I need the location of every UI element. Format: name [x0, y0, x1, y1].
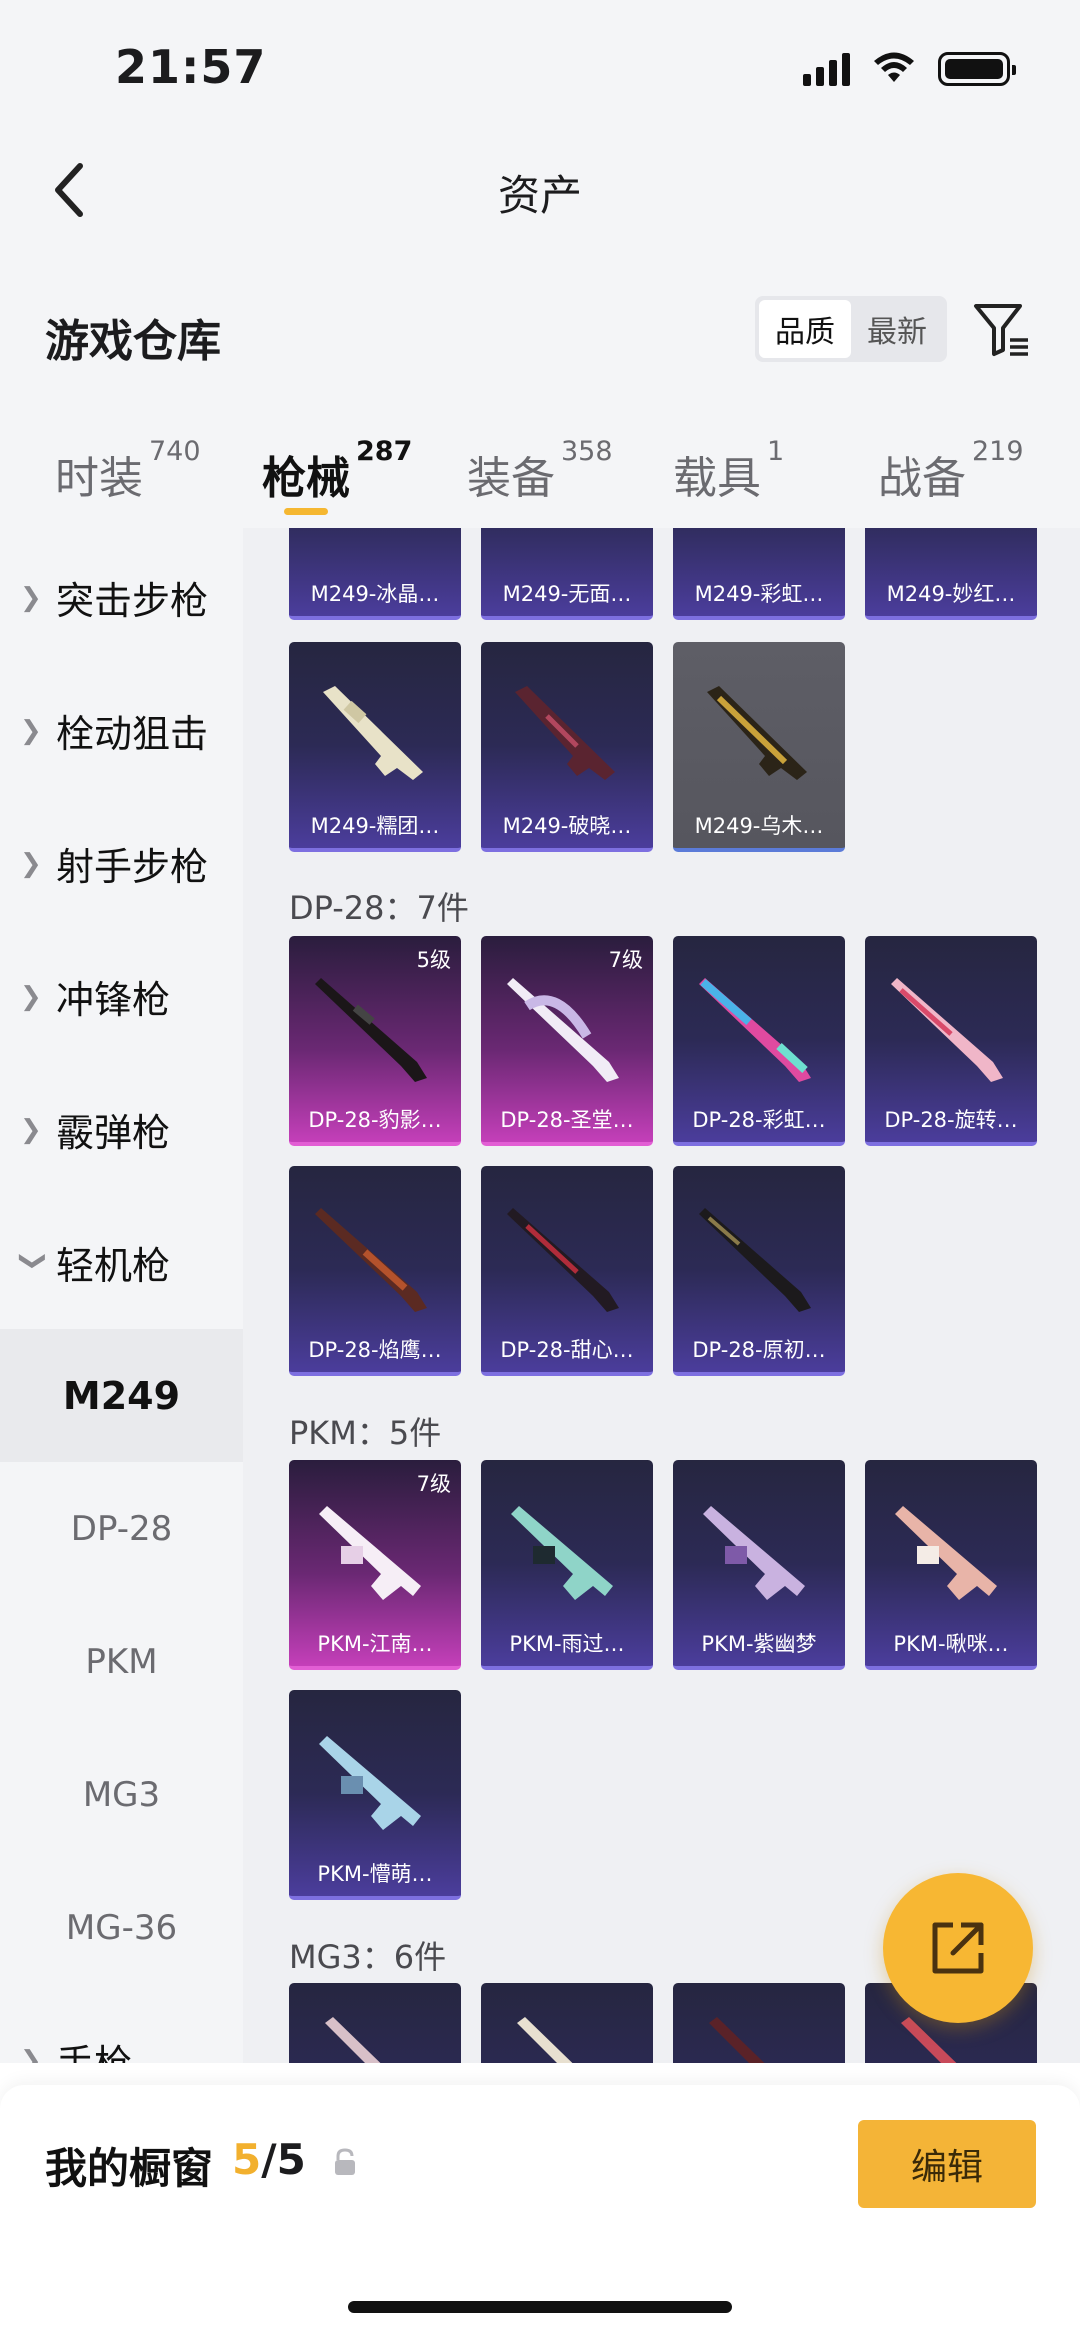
- tab-vehicles[interactable]: 载具1: [673, 436, 784, 506]
- sort-toggle: 品质 最新: [755, 296, 947, 362]
- tab-equipment[interactable]: 装备358: [467, 436, 613, 506]
- section-title-mg3: MG3：6件: [289, 1938, 447, 1976]
- item-card[interactable]: DP-28-旋转…: [865, 936, 1037, 1146]
- chevron-right-icon: ❯: [20, 582, 42, 613]
- gun-icon: [515, 686, 615, 780]
- sidebar-group-bolt-sniper[interactable]: ❯ 栓动狙击: [0, 664, 243, 797]
- item-card[interactable]: M249-无面…: [481, 528, 653, 620]
- chevron-right-icon: ❯: [20, 715, 42, 746]
- gun-icon: [507, 1208, 619, 1312]
- gun-icon: [699, 978, 811, 1082]
- bottom-bar: 我的橱窗 5/5 编辑: [0, 2085, 1080, 2337]
- gun-icon: [323, 686, 423, 780]
- sidebar-item-mg36[interactable]: MG-36: [0, 1861, 243, 1994]
- status-bar: 21:57: [0, 0, 1080, 130]
- signal-icon: [803, 52, 850, 86]
- item-card[interactable]: [481, 1983, 653, 2063]
- lock-icon: [335, 2148, 355, 2175]
- item-card[interactable]: PKM-紫幽梦: [673, 1460, 845, 1670]
- item-card[interactable]: DP-28-甜心…: [481, 1166, 653, 1376]
- sidebar: ❯ 突击步枪 ❯ 栓动狙击 ❯ 射手步枪 ❯ 冲锋枪 ❯ 霰弹枪 ❯ 轻机枪 M249 DP…: [0, 528, 243, 2063]
- tab-indicator: [284, 508, 328, 515]
- warehouse-header: 游戏仓库 品质 最新: [0, 250, 1080, 410]
- gun-icon: [891, 978, 1003, 1082]
- nav-bar: 资产: [0, 130, 1080, 250]
- sidebar-group-marksman-rifle[interactable]: ❯ 射手步枪: [0, 797, 243, 930]
- item-card[interactable]: PKM-雨过…: [481, 1460, 653, 1670]
- sidebar-group-shotgun[interactable]: ❯ 霰弹枪: [0, 1063, 243, 1196]
- item-card[interactable]: M249-糯团…: [289, 642, 461, 852]
- edit-button[interactable]: 编辑: [858, 2120, 1036, 2208]
- share-icon: [932, 1922, 984, 1974]
- chevron-right-icon: ❯: [20, 848, 42, 879]
- gun-icon: [703, 1506, 805, 1600]
- filter-button[interactable]: [972, 300, 1032, 360]
- sidebar-item-pkm[interactable]: PKM: [0, 1595, 243, 1728]
- chevron-right-icon: ❯: [20, 1114, 42, 1145]
- sidebar-item-mg3[interactable]: MG3: [0, 1728, 243, 1861]
- sidebar-group-smg[interactable]: ❯ 冲锋枪: [0, 930, 243, 1063]
- item-card[interactable]: M249-乌木…: [673, 642, 845, 852]
- sort-quality-button[interactable]: 品质: [759, 300, 851, 358]
- item-card[interactable]: 7级 DP-28-圣堂…: [481, 936, 653, 1146]
- tab-combat-gear[interactable]: 战备219: [878, 436, 1024, 506]
- sidebar-group-lmg[interactable]: ❯ 轻机枪: [0, 1196, 243, 1329]
- item-card[interactable]: M249-破晓…: [481, 642, 653, 852]
- my-window-label: 我的橱窗: [45, 2144, 214, 2193]
- filter-icon: [974, 304, 1028, 356]
- item-card[interactable]: [673, 1983, 845, 2063]
- item-card[interactable]: M249-冰晶…: [289, 528, 461, 620]
- item-card[interactable]: DP-28-彩虹…: [673, 936, 845, 1146]
- gun-icon: [707, 686, 807, 780]
- item-card[interactable]: M249-彩虹…: [673, 528, 845, 620]
- item-card[interactable]: PKM-啾咪…: [865, 1460, 1037, 1670]
- gun-icon: [511, 1506, 613, 1600]
- category-tabs: 时装740 枪械287 装备358 载具1 战备219: [0, 410, 1080, 528]
- gun-icon: [895, 1506, 997, 1600]
- item-card[interactable]: 5级 DP-28-豹影…: [289, 936, 461, 1146]
- section-title-pkm: PKM：5件: [289, 1414, 442, 1452]
- gun-icon: [325, 2017, 381, 2063]
- sort-latest-button[interactable]: 最新: [851, 300, 943, 358]
- warehouse-title: 游戏仓库: [45, 316, 221, 367]
- battery-icon: [938, 52, 1016, 86]
- item-card[interactable]: [289, 1983, 461, 2063]
- section-title-dp28: DP-28：7件: [289, 889, 469, 927]
- item-card[interactable]: DP-28-焰鹰…: [289, 1166, 461, 1376]
- sidebar-item-m249[interactable]: M249: [0, 1329, 243, 1462]
- wifi-icon: [874, 52, 914, 82]
- item-grid: M249-冰晶… M249-无面… M249-彩虹… M249-妙红… M249…: [243, 528, 1080, 2063]
- item-card[interactable]: 7级 PKM-江南…: [289, 1460, 461, 1670]
- gun-icon: [319, 1506, 421, 1600]
- chevron-down-icon: ❯: [18, 1249, 48, 1272]
- sidebar-group-pistol[interactable]: ❯手枪: [0, 1994, 243, 2063]
- gun-icon: [507, 978, 619, 1082]
- tab-fashion[interactable]: 时装740: [55, 436, 201, 506]
- share-button[interactable]: [883, 1873, 1033, 2023]
- sidebar-item-dp28[interactable]: DP-28: [0, 1462, 243, 1595]
- item-card[interactable]: DP-28-原初…: [673, 1166, 845, 1376]
- item-card[interactable]: PKM-懵萌…: [289, 1690, 461, 1900]
- gun-icon: [315, 978, 427, 1082]
- chevron-right-icon: ❯: [20, 2045, 42, 2064]
- status-icons: [803, 52, 1016, 86]
- gun-icon: [699, 1208, 811, 1312]
- window-count: 5/5: [232, 2135, 306, 2184]
- gun-icon: [319, 1736, 421, 1830]
- tab-firearms[interactable]: 枪械287: [262, 436, 412, 506]
- chevron-right-icon: ❯: [20, 981, 42, 1012]
- home-indicator: [348, 2301, 732, 2313]
- gun-icon: [709, 2017, 765, 2063]
- page-title: 资产: [497, 171, 582, 220]
- sidebar-group-assault-rifle[interactable]: ❯ 突击步枪: [0, 531, 243, 664]
- gun-icon: [517, 2017, 573, 2063]
- status-time: 21:57: [115, 40, 267, 94]
- item-card[interactable]: M249-妙红…: [865, 528, 1037, 620]
- gun-icon: [315, 1208, 427, 1312]
